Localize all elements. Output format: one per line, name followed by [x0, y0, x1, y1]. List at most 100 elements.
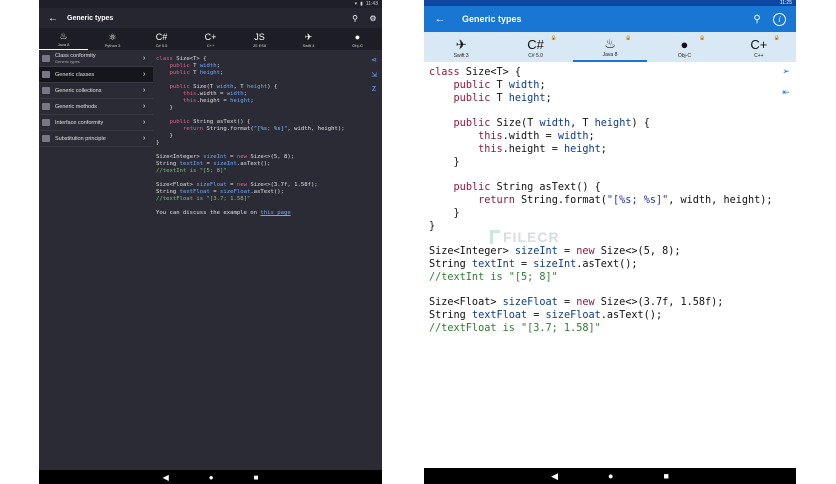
menu-item-generic-collections[interactable]: Generic collections › [39, 83, 153, 99]
menu-item-icon [42, 55, 50, 62]
lock-icon: 🔒 [773, 35, 781, 41]
dark-theme-screen: ▾ ▮ 11:43 ← Generic types ⚲ ⚙ ♨ Java 8 ⚛… [39, 0, 382, 484]
menu-item-generic-classes[interactable]: Generic classes › [39, 67, 153, 83]
screenshot-composite: ▾ ▮ 11:43 ← Generic types ⚲ ⚙ ♨ Java 8 ⚛… [0, 0, 836, 484]
cpp-icon: C+ [750, 36, 768, 52]
tab-label: Swift 4 [302, 42, 315, 48]
nav-recents-icon[interactable]: ■ [663, 471, 668, 481]
python-icon: ⚛ [108, 31, 117, 42]
tab-label: Obj-C [677, 52, 691, 59]
tab-js[interactable]: JS JS ES6 [235, 28, 284, 50]
tab-cpp[interactable]: C+ 🔒 C++ [722, 32, 796, 62]
tab-cpp[interactable]: C+ C++ [186, 28, 235, 50]
menu-item-label: Generic classes [55, 71, 95, 78]
tab-label: Python 3 [104, 42, 121, 48]
menu-item-icon [42, 71, 50, 78]
tab-objc[interactable]: ● 🔒 Obj-C [647, 32, 721, 62]
nav-home-icon[interactable]: ● [209, 473, 214, 482]
menu-item-generic-methods[interactable]: Generic methods › [39, 99, 153, 115]
menu-item-class-conformity[interactable]: Class conformity Generic types › [39, 51, 153, 67]
chevron-right-icon: › [143, 135, 146, 142]
java-icon: ♨ [604, 35, 616, 51]
swift-icon: ✈ [304, 31, 313, 42]
code-block: class Size<T> { public T width; public T… [429, 67, 773, 334]
menu-item-icon [42, 87, 50, 94]
lock-icon: 🔒 [699, 35, 706, 41]
lock-icon: 🔒 [624, 35, 632, 41]
menu-item-label: Generic methods [55, 103, 97, 110]
system-nav-bar: ◀ ● ■ [39, 470, 382, 484]
tab-label: Java 8 [57, 42, 70, 47]
send-icon[interactable]: ➢ [782, 66, 790, 77]
csharp-icon: C# [527, 36, 544, 52]
back-arrow-icon[interactable]: ← [428, 13, 452, 25]
watermark-logo-icon [490, 230, 500, 244]
menu-item-icon [42, 119, 50, 126]
discuss-link[interactable]: this page [260, 210, 290, 216]
menu-item-label: Substitution principle [55, 135, 106, 142]
code-side-actions: ⋖ ⇲ Z [368, 56, 380, 93]
discuss-text: You can discuss the example on [156, 210, 258, 216]
chevron-right-icon: › [143, 71, 146, 78]
tab-label: C++ [206, 42, 215, 48]
tab-csharp[interactable]: C# C# 5.5 [137, 28, 186, 50]
menu-item-substitution-principle[interactable]: Substitution principle › [39, 131, 153, 147]
expand-icon[interactable]: ⇲ [371, 71, 377, 79]
tab-java[interactable]: ♨ Java 8 [39, 28, 88, 50]
signal-icon: ▾ [354, 1, 358, 7]
back-arrow-icon[interactable]: ← [43, 13, 63, 24]
search-icon[interactable]: ⚲ [745, 14, 769, 25]
search-icon[interactable]: ⚲ [346, 14, 364, 23]
light-theme-screen: 11:25 ← Generic types ⚲ i ✈ Swift 3 C# 🔒… [424, 0, 796, 484]
tab-java[interactable]: ♨ 🔒 Java 8 [572, 32, 648, 62]
java-icon: ♨ [59, 31, 68, 41]
app-bar: ← Generic types ⚲ ⚙ [39, 8, 382, 28]
menu-item-interface-conformity[interactable]: Interface conformity › [39, 115, 153, 131]
menu-item-sub: Generic types [55, 58, 80, 64]
app-bar: ← Generic types ⚲ i [424, 6, 796, 32]
language-tabs: ♨ Java 8 ⚛ Python 3 C# C# 5.5 C+ C++ JS … [39, 28, 382, 50]
tab-objc[interactable]: ● Obj-C [333, 28, 382, 50]
apple-icon: ● [354, 31, 361, 42]
topic-menu: Class conformity Generic types › Generic … [39, 51, 153, 151]
tab-label: C# 5.5 [155, 42, 168, 48]
tab-label: Obj-C [352, 42, 363, 48]
chevron-right-icon: › [143, 87, 146, 94]
menu-item-icon [42, 103, 50, 110]
nav-back-icon[interactable]: ◀ [551, 471, 558, 482]
tab-label: JS ES6 [252, 42, 267, 48]
settings-icon[interactable]: ⚙ [364, 14, 382, 23]
zoom-icon[interactable]: Z [372, 86, 376, 93]
nav-recents-icon[interactable]: ■ [254, 473, 259, 482]
swift-icon: ✈ [455, 36, 467, 52]
lock-icon: 🔒 [550, 35, 557, 41]
tab-swift[interactable]: ✈ Swift 3 [424, 32, 498, 62]
status-time: 11:43 [365, 1, 378, 7]
menu-item-label: Generic collections [55, 87, 102, 94]
share-icon[interactable]: ⋖ [371, 56, 377, 64]
tab-label: Java 8 [602, 51, 618, 58]
language-tabs: ✈ Swift 3 C# 🔒 C# 5.0 ♨ 🔒 Java 8 ● 🔒 Obj… [424, 32, 796, 62]
watermark-text: FILECR [503, 229, 560, 245]
menu-item-icon [42, 135, 50, 142]
collapse-icon[interactable]: ⇤ [782, 87, 790, 98]
tab-swift[interactable]: ✈ Swift 4 [284, 28, 333, 50]
watermark: FILECR [490, 229, 560, 245]
menu-item-label: Class conformity [55, 52, 96, 59]
js-icon: JS [254, 31, 265, 42]
nav-home-icon[interactable]: ● [608, 471, 613, 481]
battery-icon: ▮ [360, 1, 363, 7]
tab-label: Swift 3 [453, 52, 469, 59]
tab-label: C++ [754, 52, 764, 59]
chevron-right-icon: › [143, 119, 146, 126]
nav-back-icon[interactable]: ◀ [163, 473, 169, 482]
chevron-right-icon: › [143, 103, 146, 110]
tab-csharp[interactable]: C# 🔒 C# 5.0 [498, 32, 572, 62]
code-side-actions: ➢ ⇤ [779, 66, 793, 98]
tab-python[interactable]: ⚛ Python 3 [88, 28, 137, 50]
menu-item-label: Interface conformity [55, 119, 104, 126]
page-title: Generic types [462, 14, 522, 24]
code-block: class Size<T> { public T width; public T… [156, 56, 345, 216]
tab-label: C# 5.0 [528, 52, 543, 59]
info-icon[interactable]: i [773, 12, 786, 26]
